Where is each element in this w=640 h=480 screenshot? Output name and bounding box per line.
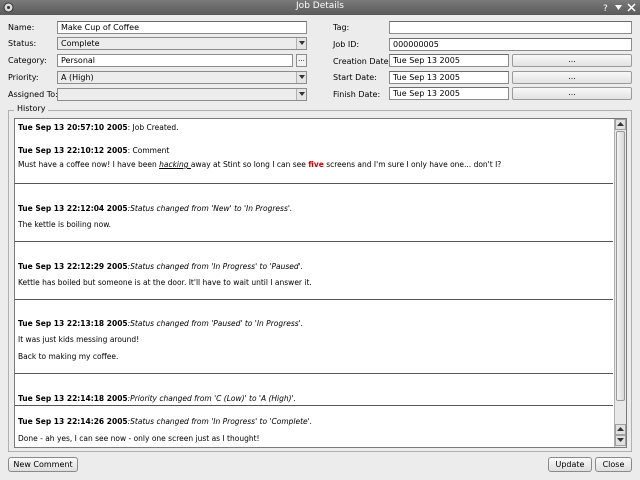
jobid-field: 000000005 [389, 38, 632, 51]
entry-message: :Status changed from 'New' to 'In Progre… [127, 204, 293, 213]
start-date-label: Start Date: [333, 73, 377, 82]
title-bar[interactable]: Job Details ? [0, 0, 640, 15]
help-icon[interactable]: ? [600, 2, 611, 14]
assigned-select[interactable] [57, 88, 307, 101]
chevron-down-icon[interactable] [296, 38, 306, 49]
start-date-field: Tue Sep 13 2005 [389, 71, 509, 84]
entry-timestamp: Tue Sep 13 22:12:04 2005 [18, 204, 128, 213]
entry-timestamp: Tue Sep 13 22:13:18 2005 [18, 319, 128, 328]
history-entry: Tue Sep 13 22:12:29 2005:Status changed … [18, 262, 610, 272]
update-button[interactable]: Update [548, 457, 592, 472]
entry-message: :Status changed from 'In Progress' to 'P… [127, 262, 304, 271]
entry-message: : Job Created. [127, 123, 179, 132]
entry-body: Kettle has boiled but someone is at the … [18, 278, 312, 287]
entry-text: Must have a coffee now! I have been [18, 160, 160, 169]
divider [15, 373, 613, 374]
history-entry: Tue Sep 13 22:14:26 2005:Status changed … [18, 417, 610, 427]
entry-message: :Priority changed from 'C (Low)' to 'A (… [127, 394, 297, 403]
history-label: History [14, 104, 49, 113]
name-input[interactable]: Make Cup of Coffee [57, 21, 307, 34]
scroll-up-icon[interactable] [615, 424, 626, 435]
scroll-down-icon[interactable] [615, 435, 626, 446]
entry-timestamp: Tue Sep 13 22:10:12 2005 [18, 146, 128, 155]
category-browse-button[interactable]: ... [296, 54, 307, 67]
close-icon[interactable] [626, 2, 637, 13]
entry-text-five: five [308, 160, 324, 169]
creation-date-label: Creation Date: [333, 57, 392, 66]
status-label: Status: [8, 39, 37, 48]
entry-message: :Status changed from 'In Progress' to 'C… [127, 417, 313, 426]
divider [15, 241, 613, 242]
history-entry: Tue Sep 13 22:13:18 2005:Status changed … [18, 319, 610, 329]
history-entry: Tue Sep 13 22:14:18 2005:Priority change… [18, 394, 610, 404]
entry-timestamp: Tue Sep 13 20:57:10 2005 [18, 123, 128, 132]
history-view[interactable]: Tue Sep 13 20:57:10 2005: Job Created. T… [14, 118, 627, 448]
entry-body: Must have a coffee now! I have been hack… [18, 160, 610, 170]
jobid-label: Job ID: [333, 40, 360, 49]
entry-text: screens and I'm sure I only have one... … [323, 160, 502, 169]
creation-date-button[interactable]: ... [512, 54, 632, 67]
job-details-dialog: Name: Make Cup of Coffee Status: Complet… [0, 15, 640, 480]
divider [15, 183, 613, 184]
svg-text:?: ? [603, 4, 608, 13]
name-label: Name: [8, 23, 35, 32]
minimize-icon[interactable] [613, 2, 624, 13]
vertical-scrollbar[interactable] [614, 119, 626, 447]
entry-body: The kettle is boiling now. [18, 220, 112, 229]
tag-input[interactable] [389, 21, 632, 34]
priority-label: Priority: [8, 73, 39, 82]
new-comment-button[interactable]: New Comment [8, 457, 78, 472]
history-entry: Tue Sep 13 20:57:10 2005: Job Created. [18, 123, 610, 133]
entry-body: Done - ah yes, I can see now - only one … [18, 434, 260, 443]
entry-text-hacking: hacking [159, 160, 191, 169]
category-select[interactable]: Personal [57, 54, 293, 67]
entry-timestamp: Tue Sep 13 22:14:26 2005 [18, 417, 128, 426]
finish-date-field: Tue Sep 13 2005 [389, 87, 509, 100]
start-date-button[interactable]: ... [512, 71, 632, 84]
entry-message: :Status changed from 'Paused' to 'In Pro… [127, 319, 304, 328]
status-value: Complete [61, 39, 100, 48]
entry-body: It was just kids messing around! [18, 335, 140, 344]
finish-date-label: Finish Date: [333, 90, 381, 99]
tag-label: Tag: [333, 23, 350, 32]
entry-timestamp: Tue Sep 13 22:14:18 2005 [18, 394, 128, 403]
divider [15, 405, 613, 406]
history-entry: Tue Sep 13 22:12:04 2005:Status changed … [18, 204, 610, 214]
entry-message: : Comment [127, 146, 170, 155]
priority-value: A (High) [61, 73, 94, 82]
entry-text: away at Stint so long I can see [190, 160, 309, 169]
status-select[interactable]: Complete [57, 37, 307, 50]
chevron-down-icon[interactable] [296, 72, 306, 83]
history-entry: Tue Sep 13 22:10:12 2005: Comment [18, 146, 610, 156]
chevron-down-icon[interactable] [296, 89, 306, 100]
close-button[interactable]: Close [595, 457, 632, 472]
priority-select[interactable]: A (High) [57, 71, 307, 84]
window-title: Job Details [296, 1, 344, 11]
assigned-label: Assigned To: [8, 90, 58, 99]
finish-date-button[interactable]: ... [512, 87, 632, 100]
category-value: Personal [61, 56, 96, 65]
category-label: Category: [8, 56, 47, 65]
creation-date-field: Tue Sep 13 2005 [389, 54, 509, 67]
entry-body: Back to making my coffee. [18, 352, 119, 361]
entry-timestamp: Tue Sep 13 22:12:29 2005 [18, 262, 128, 271]
scrollbar-thumb[interactable] [616, 131, 625, 401]
scroll-up-icon[interactable] [615, 119, 626, 130]
divider [15, 299, 613, 300]
